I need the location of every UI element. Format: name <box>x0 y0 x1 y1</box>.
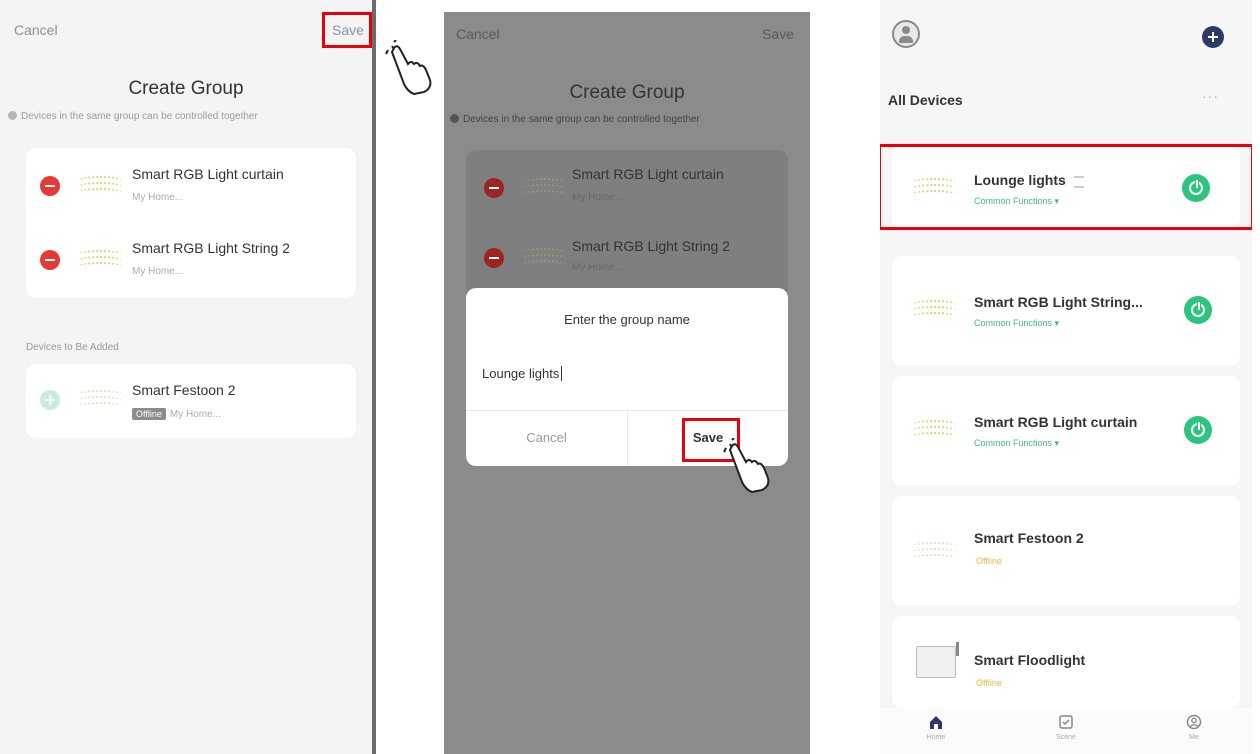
light-thumbnail <box>78 248 122 270</box>
device-card[interactable]: Smart RGB Light String... Common Functio… <box>892 256 1240 366</box>
common-functions-link[interactable]: Common Functions ▾ <box>974 438 1059 449</box>
hint-text: Devices in the same group can be control… <box>463 114 700 125</box>
remove-device-button[interactable] <box>484 248 504 268</box>
light-thumbnail <box>522 246 566 268</box>
device-name: Smart RGB Light curtain <box>132 166 284 182</box>
light-thumbnail <box>522 176 566 198</box>
device-card[interactable]: Smart Festoon 2 Offline <box>892 496 1240 606</box>
power-toggle-button[interactable] <box>1184 296 1212 324</box>
nav-label: Home <box>926 734 946 741</box>
nav-label: Scene <box>1056 734 1076 741</box>
group-name-dialog-screen: Cancel Save Create Group Devices in the … <box>444 12 810 754</box>
text-caret <box>561 366 563 381</box>
group-name-input[interactable]: Lounge lights <box>482 366 563 381</box>
light-thumbnail <box>78 174 122 196</box>
group-name-value: Lounge lights <box>482 366 560 381</box>
info-hint: Devices in the same group can be control… <box>8 111 372 122</box>
nav-home[interactable]: Home <box>906 714 966 741</box>
create-group-screen: Cancel Save Create Group Devices in the … <box>0 0 376 754</box>
home-icon <box>930 716 942 729</box>
all-devices-screen: All Devices ··· Lounge lights Common Fun… <box>880 0 1252 754</box>
offline-badge: Offline <box>132 408 166 420</box>
common-functions-link[interactable]: Common Functions ▾ <box>974 318 1059 329</box>
info-icon <box>450 114 459 123</box>
device-location: My Home... <box>572 262 624 273</box>
device-location: My Home... <box>169 409 221 420</box>
cancel-button[interactable]: Cancel <box>456 26 500 42</box>
page-title: All Devices <box>888 92 963 108</box>
dialog-title: Enter the group name <box>564 312 690 327</box>
offline-status: Offline <box>976 556 1002 566</box>
device-card[interactable]: Smart Floodlight Offline <box>892 616 1240 708</box>
hint-text: Devices in the same group can be control… <box>21 111 258 122</box>
nav-label: Me <box>1189 734 1199 741</box>
device-status: Offline My Home... <box>132 408 221 420</box>
nav-me[interactable]: Me <box>1164 714 1224 741</box>
device-name: Smart RGB Light String 2 <box>132 240 290 256</box>
bottom-nav: Home Scene Me <box>880 708 1252 754</box>
avatar[interactable] <box>892 20 920 48</box>
device-name: Smart RGB Light curtain <box>974 414 1138 430</box>
device-location: My Home... <box>572 192 624 203</box>
pointer-hand-icon <box>723 438 770 494</box>
remove-device-button[interactable] <box>40 176 60 196</box>
scene-icon <box>1059 715 1073 729</box>
add-device-button[interactable] <box>40 390 60 410</box>
pointer-hand-icon <box>385 40 432 96</box>
device-card[interactable]: Smart RGB Light curtain Common Functions… <box>892 376 1240 486</box>
offline-status: Offline <box>976 678 1002 688</box>
power-toggle-button[interactable] <box>1184 416 1212 444</box>
light-thumbnail <box>912 540 956 562</box>
device-name: Smart RGB Light curtain <box>572 166 724 182</box>
remove-device-button[interactable] <box>40 250 60 270</box>
group-device-list: Smart RGB Light curtain My Home... Smart… <box>26 148 356 298</box>
nav-scene[interactable]: Scene <box>1036 714 1096 741</box>
page-title: Create Group <box>128 78 244 99</box>
highlight-box <box>880 144 1252 230</box>
floodlight-stand <box>956 642 959 656</box>
device-location: My Home... <box>132 192 184 203</box>
device-location: My Home... <box>132 266 184 277</box>
light-thumbnail <box>78 388 122 410</box>
info-icon <box>8 111 17 120</box>
info-hint: Devices in the same group can be control… <box>450 114 810 125</box>
floodlight-thumbnail <box>916 646 956 678</box>
group-device-list: Smart RGB Light curtain My Home... Smart… <box>466 150 788 300</box>
add-device-button[interactable] <box>1202 26 1224 48</box>
page-title: Create Group <box>569 82 685 103</box>
me-icon <box>1186 714 1202 730</box>
remove-device-button[interactable] <box>484 178 504 198</box>
device-name: Smart RGB Light String 2 <box>572 238 730 254</box>
light-thumbnail <box>912 418 956 440</box>
cancel-button[interactable]: Cancel <box>14 22 58 38</box>
highlight-box <box>322 12 372 48</box>
device-name: Smart Festoon 2 <box>132 382 236 398</box>
light-thumbnail <box>912 298 956 320</box>
section-label: Devices to Be Added <box>26 342 119 353</box>
dialog-cancel-button[interactable]: Cancel <box>466 430 627 445</box>
save-button[interactable]: Save <box>762 26 794 42</box>
device-name: Smart Floodlight <box>974 652 1086 668</box>
devices-to-add-list: Smart Festoon 2 Offline My Home... <box>26 364 356 438</box>
device-name: Smart Festoon 2 <box>974 530 1084 546</box>
device-name: Smart RGB Light String... <box>974 294 1143 310</box>
more-icon[interactable]: ··· <box>1202 88 1219 104</box>
